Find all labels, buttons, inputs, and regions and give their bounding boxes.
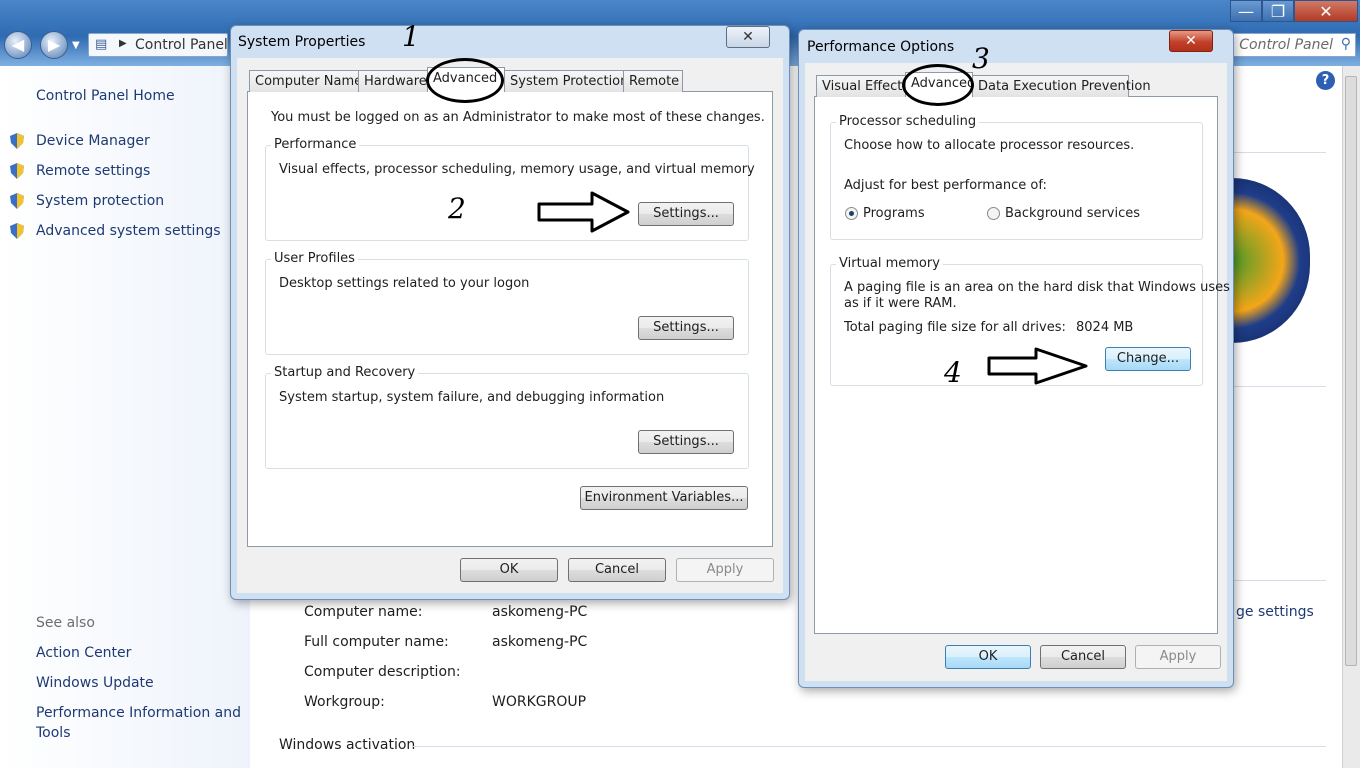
paging-total-label: Total paging file size for all drives: (844, 320, 1066, 335)
scrollbar-thumb[interactable] (1345, 76, 1357, 666)
workgroup-label: Workgroup: (304, 694, 385, 710)
close-button[interactable]: ✕ (1294, 0, 1358, 22)
maximize-button[interactable]: ❐ (1262, 0, 1294, 22)
change-virtual-memory-button[interactable]: Change... (1105, 347, 1191, 371)
paging-total-value: 8024 MB (1076, 320, 1134, 335)
tab-hardware[interactable]: Hardware (358, 70, 428, 92)
highlight-circle (902, 64, 974, 106)
performance-desc: Visual effects, processor scheduling, me… (279, 162, 755, 177)
background-services-radio[interactable] (987, 207, 1000, 220)
tab-system-protection[interactable]: System Protection (504, 70, 628, 92)
shield-icon (10, 223, 24, 239)
arrow-right-icon (537, 191, 630, 233)
see-also-performance-info[interactable]: Performance Information and (36, 705, 241, 721)
sidebar-item-system-protection[interactable]: System protection (36, 193, 164, 209)
close-button[interactable]: ✕ (1169, 30, 1213, 52)
user-profiles-desc: Desktop settings related to your logon (279, 276, 530, 291)
user-profiles-title: User Profiles (271, 251, 358, 266)
processor-scheduling-desc: Choose how to allocate processor resourc… (844, 138, 1135, 153)
scrollbar[interactable] (1342, 66, 1360, 768)
cancel-button[interactable]: Cancel (1040, 645, 1126, 669)
system-properties-window: System Properties ✕ Computer Name Hardwa… (230, 25, 790, 600)
step-number-4: 4 (944, 356, 962, 389)
workgroup-value: WORKGROUP (492, 694, 587, 710)
environment-variables-button[interactable]: Environment Variables... (580, 486, 748, 510)
startup-recovery-title: Startup and Recovery (271, 365, 419, 380)
see-also-performance-info-tools[interactable]: Tools (36, 725, 71, 741)
windows-logo (1232, 178, 1310, 343)
adjust-label: Adjust for best performance of: (844, 178, 1047, 193)
processor-scheduling-title: Processor scheduling (836, 114, 980, 129)
window-title: System Properties (238, 34, 366, 50)
programs-radio[interactable] (845, 207, 858, 220)
highlight-circle (426, 58, 504, 103)
close-button[interactable]: ✕ (726, 26, 770, 48)
tab-remote[interactable]: Remote (623, 70, 683, 92)
see-also-action-center[interactable]: Action Center (36, 645, 131, 661)
control-panel-home-link[interactable]: Control Panel Home (36, 88, 175, 104)
full-name-value: askomeng-PC (492, 634, 588, 650)
background-services-label[interactable]: Background services (1005, 206, 1140, 221)
change-settings-link[interactable]: ge settings (1236, 604, 1314, 620)
virtual-memory-desc-line1: A paging file is an area on the hard dis… (844, 280, 1230, 295)
ok-button[interactable]: OK (460, 558, 558, 582)
arrow-right-icon (987, 347, 1088, 385)
user-profiles-settings-button[interactable]: Settings... (638, 316, 734, 340)
divider (1234, 152, 1326, 153)
breadcrumb-arrow-icon: ▶ (119, 38, 127, 49)
recent-pages-icon[interactable]: ▼ (72, 40, 80, 51)
computer-name-value: askomeng-PC (492, 604, 588, 620)
search-icon[interactable]: ⚲ (1341, 36, 1351, 52)
step-number-1: 1 (402, 20, 420, 53)
performance-title: Performance (271, 137, 360, 152)
search-input[interactable]: Search Control Panel ⚲ (1186, 33, 1356, 57)
full-name-label: Full computer name: (304, 634, 449, 650)
sidebar-item-advanced-system-settings[interactable]: Advanced system settings (36, 223, 221, 239)
performance-settings-button[interactable]: Settings... (638, 202, 734, 226)
performance-group (265, 145, 749, 241)
sidebar-item-remote-settings[interactable]: Remote settings (36, 163, 150, 179)
tab-computer-name[interactable]: Computer Name (249, 70, 362, 92)
tab-data-execution-prevention[interactable]: Data Execution Prevention (972, 75, 1151, 97)
address-bar[interactable]: ▤ ▶ Control Panel (88, 33, 228, 57)
windows-activation-heading: Windows activation (279, 737, 416, 753)
dialog-client: Computer Name Hardware Advanced System P… (237, 58, 783, 593)
description-label: Computer description: (304, 664, 461, 680)
divider (1234, 580, 1326, 581)
sidebar-item-device-manager[interactable]: Device Manager (36, 133, 150, 149)
divider (412, 746, 1326, 747)
computer-name-label: Computer name: (304, 604, 423, 620)
forward-button[interactable]: ▶ (40, 31, 68, 59)
startup-recovery-settings-button[interactable]: Settings... (638, 430, 734, 454)
ok-button[interactable]: OK (945, 645, 1031, 669)
window-title: Performance Options (807, 39, 955, 55)
minimize-button[interactable]: — (1230, 0, 1262, 22)
startup-recovery-group (265, 373, 749, 469)
see-also-windows-update[interactable]: Windows Update (36, 675, 154, 691)
programs-label[interactable]: Programs (863, 206, 925, 221)
step-number-2: 2 (448, 192, 466, 225)
startup-recovery-desc: System startup, system failure, and debu… (279, 390, 665, 405)
see-also-heading: See also (36, 615, 95, 631)
shield-icon (10, 133, 24, 149)
control-panel-icon: ▤ (95, 37, 108, 52)
tab-visual-effects[interactable]: Visual Effects (816, 75, 909, 97)
virtual-memory-title: Virtual memory (836, 256, 943, 271)
admin-note: You must be logged on as an Administrato… (271, 110, 765, 125)
virtual-memory-desc-line2: as if it were RAM. (844, 296, 957, 311)
shield-icon (10, 193, 24, 209)
cancel-button[interactable]: Cancel (568, 558, 666, 582)
help-icon[interactable]: ? (1316, 71, 1335, 90)
step-number-3: 3 (972, 42, 990, 75)
apply-button: Apply (1135, 645, 1221, 669)
user-profiles-group (265, 259, 749, 355)
divider (1234, 386, 1326, 387)
apply-button: Apply (676, 558, 774, 582)
back-button[interactable]: ◀ (4, 31, 32, 59)
breadcrumb[interactable]: Control Panel (135, 37, 228, 53)
shield-icon (10, 163, 24, 179)
